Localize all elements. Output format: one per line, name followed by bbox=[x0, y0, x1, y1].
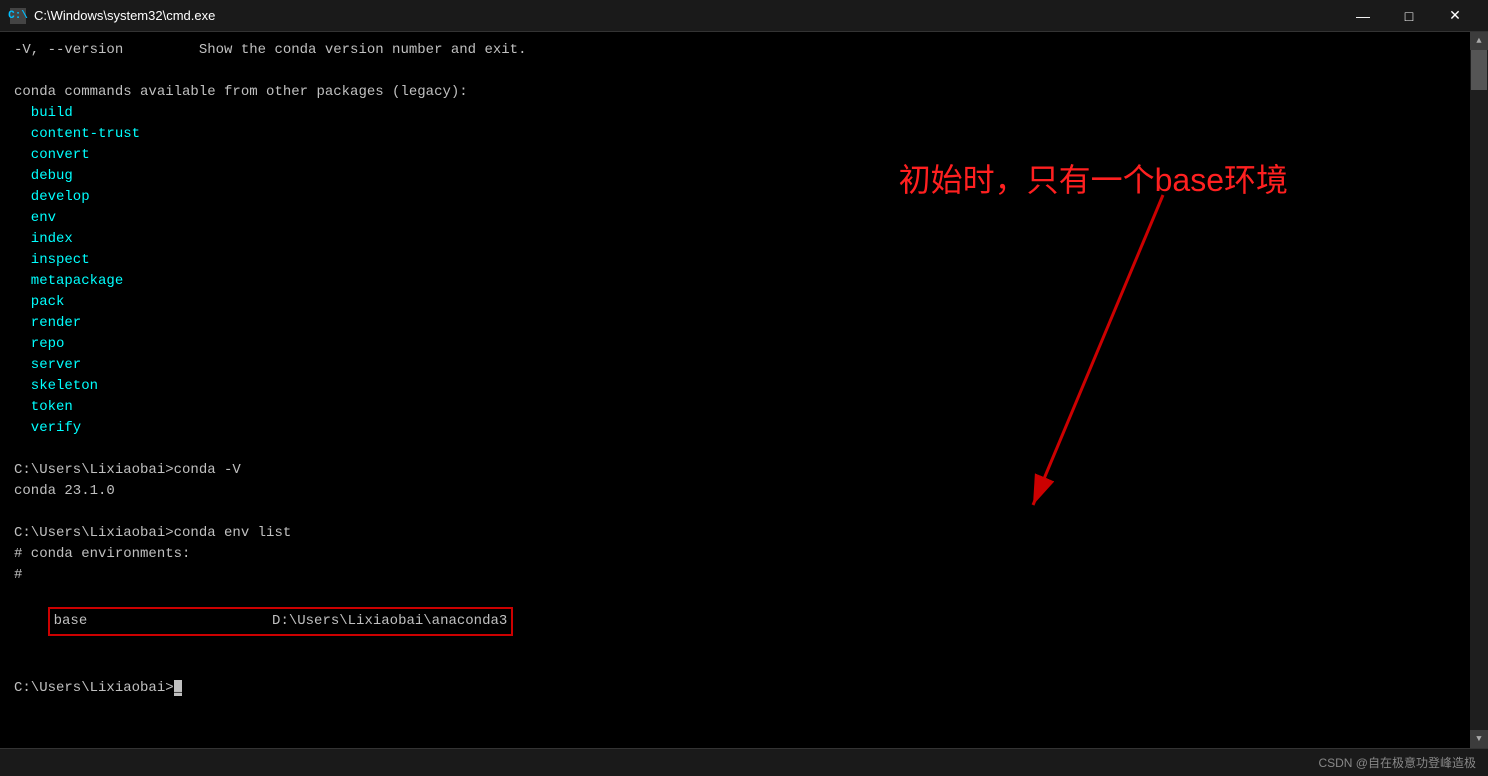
terminal-line: repo bbox=[14, 334, 1468, 355]
maximize-button[interactable]: □ bbox=[1386, 0, 1432, 32]
terminal-line: # conda environments: bbox=[14, 544, 1468, 565]
terminal-line: token bbox=[14, 397, 1468, 418]
terminal-line: C:\Users\Lixiaobai>conda -V bbox=[14, 460, 1468, 481]
terminal-line: metapackage bbox=[14, 271, 1468, 292]
window-title: C:\Windows\system32\cmd.exe bbox=[34, 8, 1340, 23]
status-bar: CSDN @自在极意功登峰造极 bbox=[0, 748, 1488, 776]
title-bar: C:\ C:\Windows\system32\cmd.exe — □ ✕ bbox=[0, 0, 1488, 32]
terminal-line: # bbox=[14, 565, 1468, 586]
scrollbar[interactable]: ▲ ▼ bbox=[1470, 32, 1488, 748]
terminal-line: build bbox=[14, 103, 1468, 124]
terminal-content[interactable]: -V, --version Show the conda version num… bbox=[0, 32, 1488, 776]
terminal-line: server bbox=[14, 355, 1468, 376]
terminal-line: verify bbox=[14, 418, 1468, 439]
terminal-line: skeleton bbox=[14, 376, 1468, 397]
terminal-line bbox=[14, 657, 1468, 678]
scroll-up-button[interactable]: ▲ bbox=[1470, 32, 1488, 50]
terminal-line: C:\Users\Lixiaobai>conda env list bbox=[14, 523, 1468, 544]
terminal-line bbox=[14, 502, 1468, 523]
terminal-line: -V, --version Show the conda version num… bbox=[14, 40, 1468, 61]
base-environment-line: base D:\Users\Lixiaobai\anaconda3 bbox=[14, 586, 1468, 657]
terminal-line: env bbox=[14, 208, 1468, 229]
minimize-button[interactable]: — bbox=[1340, 0, 1386, 32]
terminal-line: pack bbox=[14, 292, 1468, 313]
terminal-line bbox=[14, 61, 1468, 82]
scroll-down-button[interactable]: ▼ bbox=[1470, 730, 1488, 748]
terminal-line: conda commands available from other pack… bbox=[14, 82, 1468, 103]
terminal-line: content-trust bbox=[14, 124, 1468, 145]
terminal-line-inspect: inspect bbox=[14, 250, 1468, 271]
scroll-track[interactable] bbox=[1470, 50, 1488, 730]
window-controls: — □ ✕ bbox=[1340, 0, 1478, 32]
terminal-line bbox=[14, 439, 1468, 460]
scroll-handle[interactable] bbox=[1471, 50, 1487, 90]
status-text: CSDN @自在极意功登峰造极 bbox=[1318, 754, 1476, 771]
base-env-highlight: base D:\Users\Lixiaobai\anaconda3 bbox=[48, 607, 514, 636]
chinese-annotation: 初始时，只有一个base环境 bbox=[899, 155, 1288, 201]
terminal-line: index bbox=[14, 229, 1468, 250]
terminal-line: conda 23.1.0 bbox=[14, 481, 1468, 502]
close-button[interactable]: ✕ bbox=[1432, 0, 1478, 32]
app-icon: C:\ bbox=[10, 8, 26, 24]
terminal-line: render bbox=[14, 313, 1468, 334]
cursor-line: C:\Users\Lixiaobai>_ bbox=[14, 678, 1468, 699]
